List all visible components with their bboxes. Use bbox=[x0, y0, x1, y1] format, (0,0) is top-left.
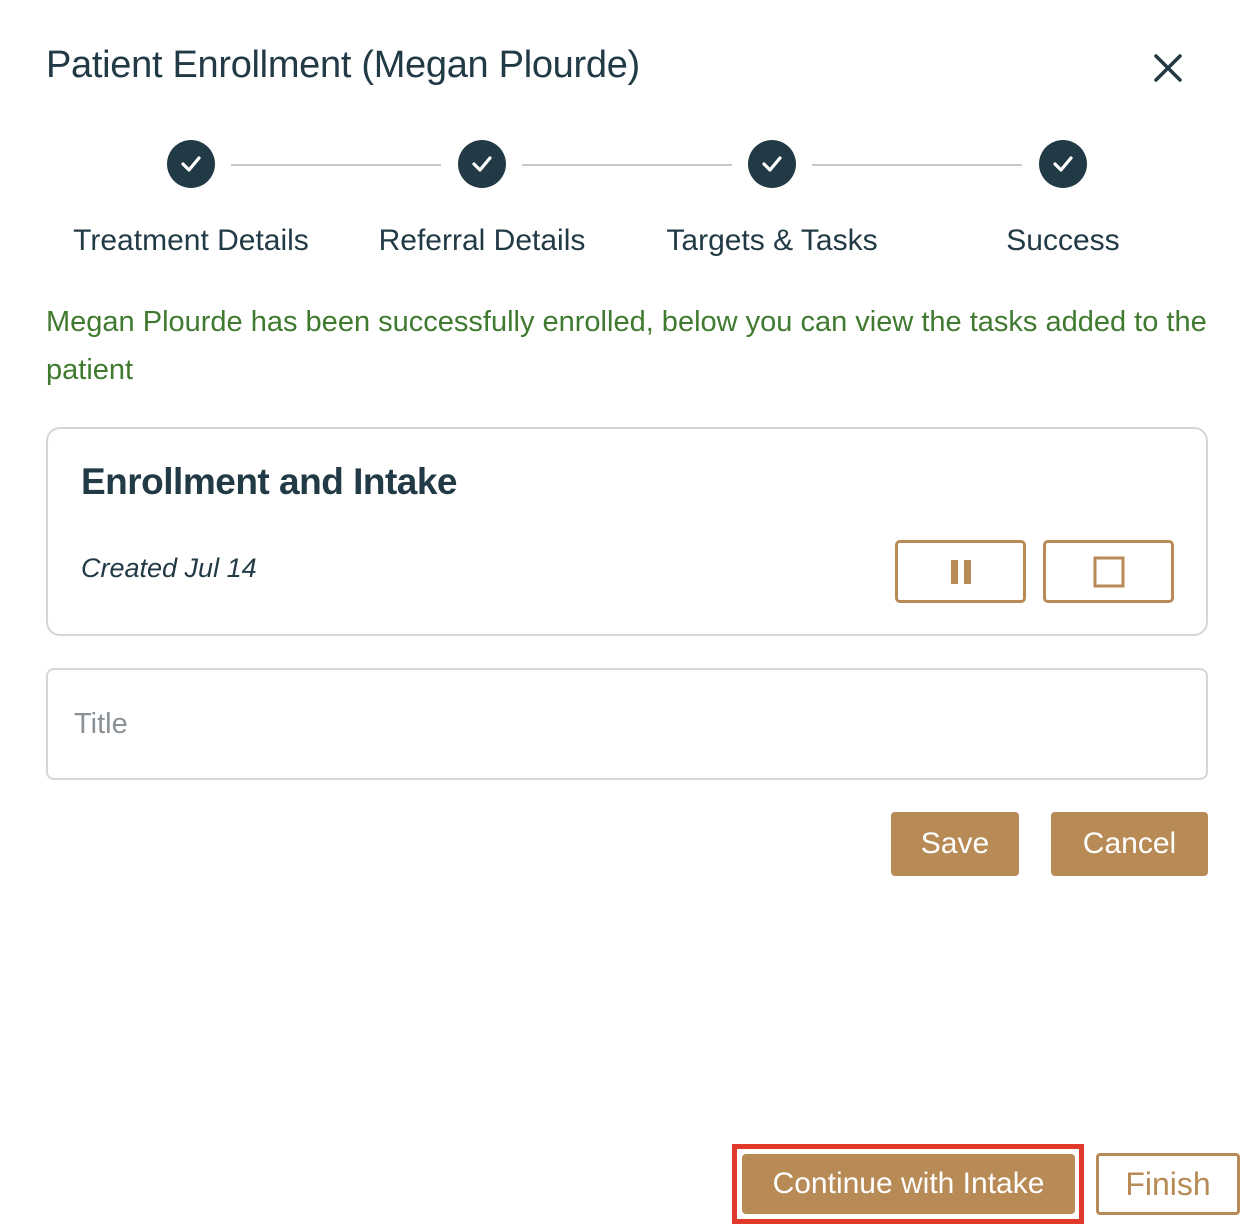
step-2-complete bbox=[458, 140, 506, 188]
task-created-date: Created Jul 14 bbox=[81, 553, 257, 583]
close-icon bbox=[1154, 54, 1182, 82]
finish-button[interactable]: Finish bbox=[1096, 1153, 1240, 1215]
enrollment-modal: Patient Enrollment (Megan Plourde) Treat… bbox=[0, 0, 1254, 1230]
step-label-treatment-details: Treatment Details bbox=[73, 224, 309, 257]
step-label-success: Success bbox=[1006, 224, 1120, 257]
pause-icon bbox=[950, 559, 971, 584]
check-icon bbox=[181, 156, 201, 172]
save-button[interactable]: Save bbox=[891, 812, 1019, 876]
task-title-input[interactable] bbox=[46, 668, 1208, 780]
step-connector bbox=[522, 164, 732, 166]
step-label-targets-tasks: Targets & Tasks bbox=[666, 224, 878, 257]
step-4-complete bbox=[1039, 140, 1087, 188]
step-1-complete bbox=[167, 140, 215, 188]
step-3-complete bbox=[748, 140, 796, 188]
stop-task-button[interactable] bbox=[1043, 540, 1174, 603]
check-icon bbox=[1053, 156, 1073, 172]
highlight-box bbox=[732, 1144, 1084, 1224]
pause-task-button[interactable] bbox=[895, 540, 1026, 603]
step-connector bbox=[231, 164, 441, 166]
modal-title: Patient Enrollment (Megan Plourde) bbox=[46, 44, 640, 86]
stop-icon bbox=[1093, 556, 1124, 587]
task-card: Enrollment and Intake Created Jul 14 bbox=[46, 427, 1208, 636]
success-message: Megan Plourde has been successfully enro… bbox=[46, 306, 1207, 386]
cancel-button[interactable]: Cancel bbox=[1051, 812, 1208, 876]
step-label-referral-details: Referral Details bbox=[378, 224, 586, 257]
close-button[interactable] bbox=[1148, 48, 1188, 88]
step-connector bbox=[812, 164, 1022, 166]
check-icon bbox=[472, 156, 492, 172]
progress-stepper: Treatment Details Referral Details Targe… bbox=[0, 138, 1254, 278]
check-icon bbox=[762, 156, 782, 172]
task-title: Enrollment and Intake bbox=[81, 461, 458, 502]
